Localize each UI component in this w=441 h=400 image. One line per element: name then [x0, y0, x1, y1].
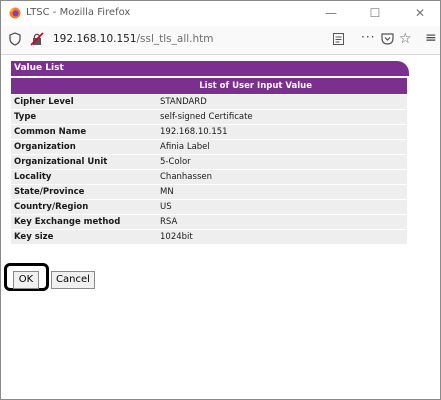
table-row: Cipher Level STANDARD: [11, 95, 407, 109]
hamburger-menu-icon[interactable]: ≡: [425, 30, 437, 46]
window-title: LTSC - Mozilla Firefox: [26, 7, 131, 18]
value-list-panel: Value List List of User Input Value Ciph…: [11, 61, 409, 245]
table-row: Organization Afinia Label: [11, 140, 407, 154]
shield-icon[interactable]: [9, 32, 21, 46]
firefox-logo-icon: [9, 7, 21, 19]
row-label: Key Exchange method: [11, 215, 157, 229]
row-value: Chanhassen: [157, 170, 407, 184]
row-label: State/Province: [11, 185, 157, 199]
panel-title: Value List: [11, 61, 409, 76]
table-row: Organizational Unit 5-Color: [11, 155, 407, 169]
table-row: Key size 1024bit: [11, 230, 407, 244]
close-button[interactable]: ✕: [405, 2, 435, 24]
value-table: List of User Input Value Cipher Level STA…: [11, 77, 407, 245]
table-row: Country/Region US: [11, 200, 407, 214]
table-caption-row: List of User Input Value: [11, 78, 407, 94]
row-value: STANDARD: [157, 95, 407, 109]
row-label: Locality: [11, 170, 157, 184]
row-value: 192.168.10.151: [157, 125, 407, 139]
url-text[interactable]: 192.168.10.151/ssl_tls_all.htm: [53, 33, 214, 45]
maximize-button[interactable]: ☐: [360, 2, 390, 24]
row-label: Type: [11, 110, 157, 124]
table-row: Locality Chanhassen: [11, 170, 407, 184]
row-value: 5-Color: [157, 155, 407, 169]
row-label: Cipher Level: [11, 95, 157, 109]
url-path: /ssl_tls_all.htm: [136, 33, 214, 45]
reader-view-icon[interactable]: [333, 33, 344, 45]
table-caption: List of User Input Value: [11, 78, 407, 94]
table-row: Common Name 192.168.10.151: [11, 125, 407, 139]
table-row: Type self-signed Certificate: [11, 110, 407, 124]
bookmark-star-icon[interactable]: ☆: [399, 31, 412, 47]
row-label: Common Name: [11, 125, 157, 139]
cancel-button[interactable]: Cancel: [51, 271, 95, 289]
row-value: Afinia Label: [157, 140, 407, 154]
table-row: Key Exchange method RSA: [11, 215, 407, 229]
page-actions-button[interactable]: ···: [361, 30, 375, 44]
row-value: MN: [157, 185, 407, 199]
row-label: Key size: [11, 230, 157, 244]
minimize-button[interactable]: —: [316, 2, 346, 24]
row-label: Organizational Unit: [11, 155, 157, 169]
row-label: Organization: [11, 140, 157, 154]
row-label: Country/Region: [11, 200, 157, 214]
browser-window: LTSC - Mozilla Firefox — ☐ ✕ 192.168.10.…: [0, 0, 441, 400]
table-row: State/Province MN: [11, 185, 407, 199]
row-value: 1024bit: [157, 230, 407, 244]
insecure-lock-icon[interactable]: [30, 32, 44, 46]
url-host: 192.168.10.151: [53, 33, 137, 45]
ok-button[interactable]: OK: [13, 271, 39, 289]
title-bar: LTSC - Mozilla Firefox — ☐ ✕: [1, 1, 440, 26]
row-value: self-signed Certificate: [157, 110, 407, 124]
pocket-icon[interactable]: [381, 32, 394, 45]
url-bar[interactable]: 192.168.10.151/ssl_tls_all.htm ··· ☆ ≡: [1, 26, 440, 55]
row-value: US: [157, 200, 407, 214]
row-value: RSA: [157, 215, 407, 229]
